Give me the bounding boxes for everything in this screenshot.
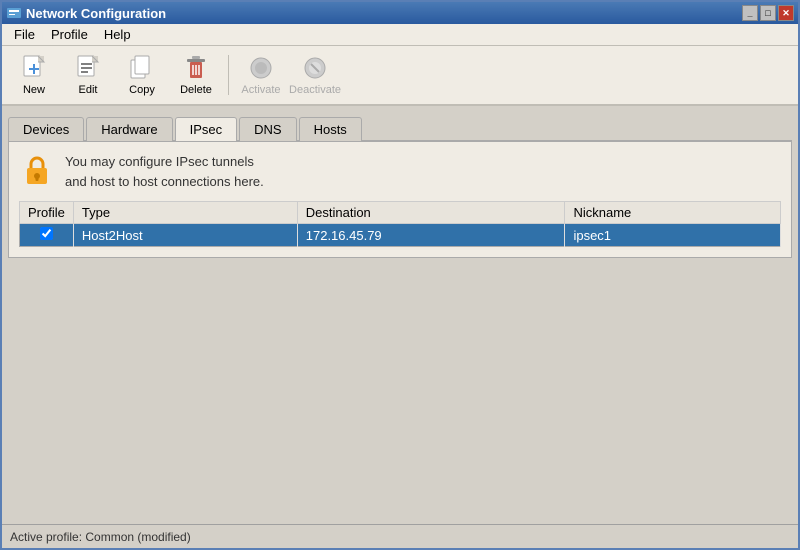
row-checkbox[interactable]	[40, 227, 53, 240]
lock-icon	[19, 152, 55, 188]
copy-button[interactable]: Copy	[116, 49, 168, 101]
toolbar-separator	[228, 55, 229, 95]
new-icon	[20, 54, 48, 82]
deactivate-button[interactable]: Deactivate	[289, 49, 341, 101]
copy-label: Copy	[129, 84, 155, 96]
menubar: File Profile Help	[2, 24, 798, 46]
app-icon	[6, 5, 22, 21]
new-label: New	[23, 84, 45, 96]
info-line1: You may configure IPsec tunnels	[65, 152, 264, 172]
col-profile-check: Profile	[20, 202, 74, 224]
tab-devices[interactable]: Devices	[8, 117, 84, 141]
copy-icon	[128, 54, 156, 82]
menu-help[interactable]: Help	[96, 25, 139, 44]
tab-dns[interactable]: DNS	[239, 117, 296, 141]
activate-button[interactable]: Activate	[235, 49, 287, 101]
table-header-row: Profile Type Destination Nickname	[20, 202, 781, 224]
new-button[interactable]: New	[8, 49, 60, 101]
statusbar: Active profile: Common (modified)	[2, 524, 798, 548]
deactivate-icon	[301, 54, 329, 82]
titlebar-left: Network Configuration	[6, 5, 166, 21]
col-destination: Destination	[297, 202, 565, 224]
col-nickname: Nickname	[565, 202, 781, 224]
info-line2: and host to host connections here.	[65, 172, 264, 192]
statusbar-text: Active profile: Common (modified)	[10, 530, 191, 544]
content-area: You may configure IPsec tunnels and host…	[8, 142, 792, 258]
tab-hosts[interactable]: Hosts	[299, 117, 362, 141]
window-body: Devices Hardware IPsec DNS Hosts You may…	[2, 106, 798, 548]
row-destination: 172.16.45.79	[297, 224, 565, 247]
ipsec-table: Profile Type Destination Nickname Host2H…	[19, 201, 781, 247]
col-type: Type	[73, 202, 297, 224]
titlebar-controls: _ □ ✕	[742, 5, 794, 21]
minimize-button[interactable]: _	[742, 5, 758, 21]
main-window: Network Configuration _ □ ✕ File Profile…	[0, 0, 800, 550]
menu-profile[interactable]: Profile	[43, 25, 96, 44]
tab-ipsec[interactable]: IPsec	[175, 117, 238, 141]
edit-icon	[74, 54, 102, 82]
titlebar: Network Configuration _ □ ✕	[2, 2, 798, 24]
info-text: You may configure IPsec tunnels and host…	[65, 152, 264, 191]
maximize-button[interactable]: □	[760, 5, 776, 21]
activate-label: Activate	[241, 84, 280, 96]
delete-button[interactable]: Delete	[170, 49, 222, 101]
delete-label: Delete	[180, 84, 212, 96]
close-button[interactable]: ✕	[778, 5, 794, 21]
row-checkbox-cell	[20, 224, 74, 247]
row-type: Host2Host	[73, 224, 297, 247]
row-nickname: ipsec1	[565, 224, 781, 247]
tab-bar: Devices Hardware IPsec DNS Hosts	[8, 112, 792, 142]
tab-hardware[interactable]: Hardware	[86, 117, 172, 141]
edit-label: Edit	[79, 84, 98, 96]
delete-icon	[182, 54, 210, 82]
menu-file[interactable]: File	[6, 25, 43, 44]
titlebar-title: Network Configuration	[26, 6, 166, 21]
info-box: You may configure IPsec tunnels and host…	[19, 152, 781, 191]
toolbar: New Edit Copy	[2, 46, 798, 106]
activate-icon	[247, 54, 275, 82]
deactivate-label: Deactivate	[289, 84, 341, 96]
edit-button[interactable]: Edit	[62, 49, 114, 101]
table-row[interactable]: Host2Host172.16.45.79ipsec1	[20, 224, 781, 247]
